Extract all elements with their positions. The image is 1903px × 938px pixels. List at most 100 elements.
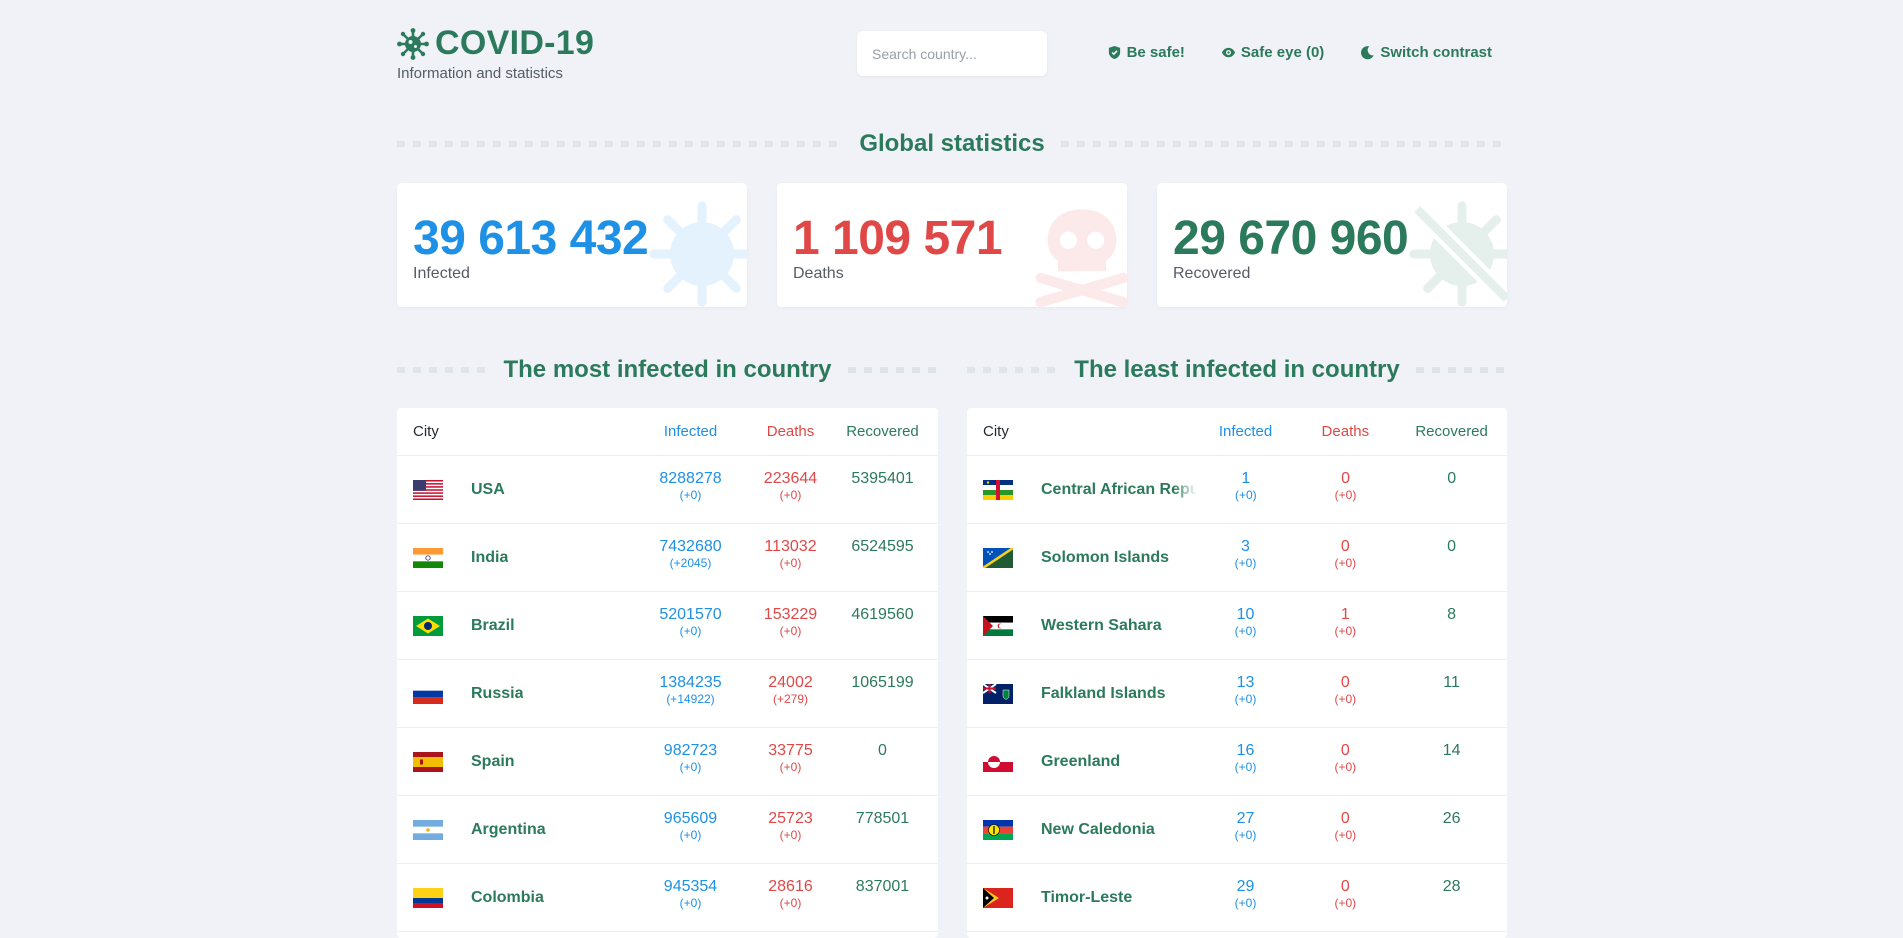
recovered-value: 0 (1447, 470, 1457, 487)
recovered-value: 778501 (855, 810, 910, 827)
be-safe-link[interactable]: Be safe! (1107, 44, 1185, 61)
table-row[interactable]: Timor-Leste 29 (+0) 0 (+0) 28 (967, 864, 1507, 932)
table-row[interactable]: USA 8288278 (+0) 223644 (+0) 5395401 (397, 456, 938, 524)
deaths-value: 25723 (768, 810, 813, 827)
table-row[interactable]: New Caledonia 27 (+0) 0 (+0) 26 (967, 796, 1507, 864)
infected-value: 10 (1236, 606, 1255, 623)
country-name[interactable]: Colombia (471, 889, 544, 907)
recovered-value: 4619560 (851, 606, 914, 623)
deaths-total: 1 109 571 (793, 212, 1003, 265)
table-row[interactable]: Colombia 945354 (+0) 28616 (+0) 837001 (397, 864, 938, 932)
infected-value: 945354 (663, 878, 718, 895)
infected-delta: (+0) (1234, 556, 1257, 570)
divider (397, 141, 844, 147)
deaths-label: Deaths (793, 265, 844, 282)
col-deaths[interactable]: Deaths (1294, 423, 1396, 440)
deaths-card: 1 109 571 Deaths (777, 183, 1127, 307)
deaths-value: 1 (1340, 606, 1350, 623)
app-title: COVID-19 (435, 24, 595, 62)
usa-flag-icon (413, 479, 443, 500)
infected-delta: (+0) (679, 624, 702, 638)
col-recovered[interactable]: Recovered (827, 423, 938, 440)
deaths-delta: (+0) (779, 760, 802, 774)
moon-icon (1361, 46, 1374, 60)
table-row[interactable]: Russia 1384235 (+14922) 24002 (+279) 10651… (397, 660, 938, 728)
virus-crossed-icon (1409, 201, 1507, 307)
table-row[interactable]: Spain 982723 (+0) 33775 (+0) 0 (397, 728, 938, 796)
infected-value: 7432680 (659, 538, 722, 555)
col-city[interactable]: City (397, 423, 627, 440)
global-stats-heading: Global statistics (397, 130, 1508, 158)
switch-contrast-link[interactable]: Switch contrast (1360, 44, 1492, 61)
table-row[interactable]: Solomon Islands 3 (+0) 0 (+0) 0 (967, 524, 1507, 592)
country-name[interactable]: Timor-Leste (1041, 889, 1132, 907)
least-infected-title: The least infected in country (1074, 356, 1400, 383)
divider (397, 367, 488, 373)
country-name[interactable]: India (471, 549, 508, 567)
table-row[interactable]: Greenland 16 (+0) 0 (+0) 14 (967, 728, 1507, 796)
table-header: City Infected Deaths Recovered (397, 408, 938, 456)
falkland-islands-flag-icon (983, 683, 1013, 704)
deaths-delta: (+0) (779, 488, 802, 502)
col-infected[interactable]: Infected (1197, 423, 1295, 440)
deaths-delta: (+0) (1334, 624, 1357, 638)
recovered-value: 1065199 (851, 674, 914, 691)
country-name[interactable]: Argentina (471, 821, 546, 839)
recovered-value: 11 (1443, 674, 1460, 691)
deaths-value: 223644 (763, 470, 818, 487)
country-name[interactable]: Falkland Islands (1041, 685, 1165, 703)
table-row[interactable]: Brazil 5201570 (+0) 153229 (+0) 4619560 (397, 592, 938, 660)
table-row[interactable]: Argentina 965609 (+0) 25723 (+0) 778501 (397, 796, 938, 864)
new-caledonia-flag-icon (983, 819, 1013, 840)
infected-delta: (+0) (1234, 760, 1257, 774)
col-recovered[interactable]: Recovered (1396, 423, 1507, 440)
infected-label: Infected (413, 265, 470, 282)
infected-delta: (+0) (1234, 692, 1257, 706)
country-name[interactable]: Brazil (471, 617, 515, 635)
country-name[interactable]: Western Sahara (1041, 617, 1162, 635)
safe-eye-link[interactable]: Safe eye (0) (1221, 44, 1324, 61)
table-row[interactable]: Falkland Islands 13 (+0) 0 (+0) 11 (967, 660, 1507, 728)
solomon-islands-flag-icon (983, 547, 1013, 568)
divider (847, 367, 938, 373)
country-name[interactable]: Greenland (1041, 753, 1120, 771)
col-infected[interactable]: Infected (627, 423, 754, 440)
divider (967, 367, 1059, 373)
most-infected-heading: The most infected in country (397, 356, 938, 384)
deaths-delta: (+0) (1334, 760, 1357, 774)
table-row[interactable]: Central African Republic 1(+0) 0(+0) 0 (967, 456, 1507, 524)
infected-delta: (+0) (679, 488, 702, 502)
russia-flag-icon (413, 683, 443, 704)
app-subtitle: Information and statistics (397, 65, 563, 82)
most-infected-table: City Infected Deaths Recovered USA 82882… (397, 408, 938, 938)
recovered-label: Recovered (1173, 265, 1251, 282)
brazil-flag-icon (413, 615, 443, 636)
deaths-delta: (+0) (1334, 692, 1357, 706)
virus-logo-icon (397, 27, 429, 60)
recovered-value: 26 (1442, 810, 1461, 827)
country-name[interactable]: Spain (471, 753, 515, 771)
col-city[interactable]: City (967, 423, 1197, 440)
table-row[interactable]: India 7432680 (+2045) 113032 (+0) 6524595 (397, 524, 938, 592)
timor-leste-flag-icon (983, 887, 1013, 908)
table-row[interactable]: Western Sahara 10 (+0) 1 (+0) 8 (967, 592, 1507, 660)
search-input[interactable] (857, 31, 1047, 76)
country-name[interactable]: USA (471, 481, 505, 499)
recovered-value: 5395401 (851, 470, 914, 487)
brand[interactable]: COVID-19 Information and statistics (397, 24, 594, 82)
country-name[interactable]: Central African Republic (1041, 481, 1197, 499)
argentina-flag-icon (413, 819, 443, 840)
shield-icon (1108, 45, 1120, 60)
country-name[interactable]: Solomon Islands (1041, 549, 1169, 567)
country-name[interactable]: Russia (471, 685, 523, 703)
infected-delta: (+0) (679, 828, 702, 842)
infected-value: 965609 (663, 810, 718, 827)
infected-delta: (+0) (1234, 624, 1257, 638)
car-flag-icon (983, 479, 1013, 500)
recovered-card: 29 670 960 Recovered (1157, 183, 1507, 307)
infected-delta: (+0) (1234, 828, 1257, 842)
infected-delta: (+0) (679, 896, 702, 910)
western-sahara-flag-icon (983, 615, 1013, 636)
country-name[interactable]: New Caledonia (1041, 821, 1155, 839)
col-deaths[interactable]: Deaths (754, 423, 827, 440)
